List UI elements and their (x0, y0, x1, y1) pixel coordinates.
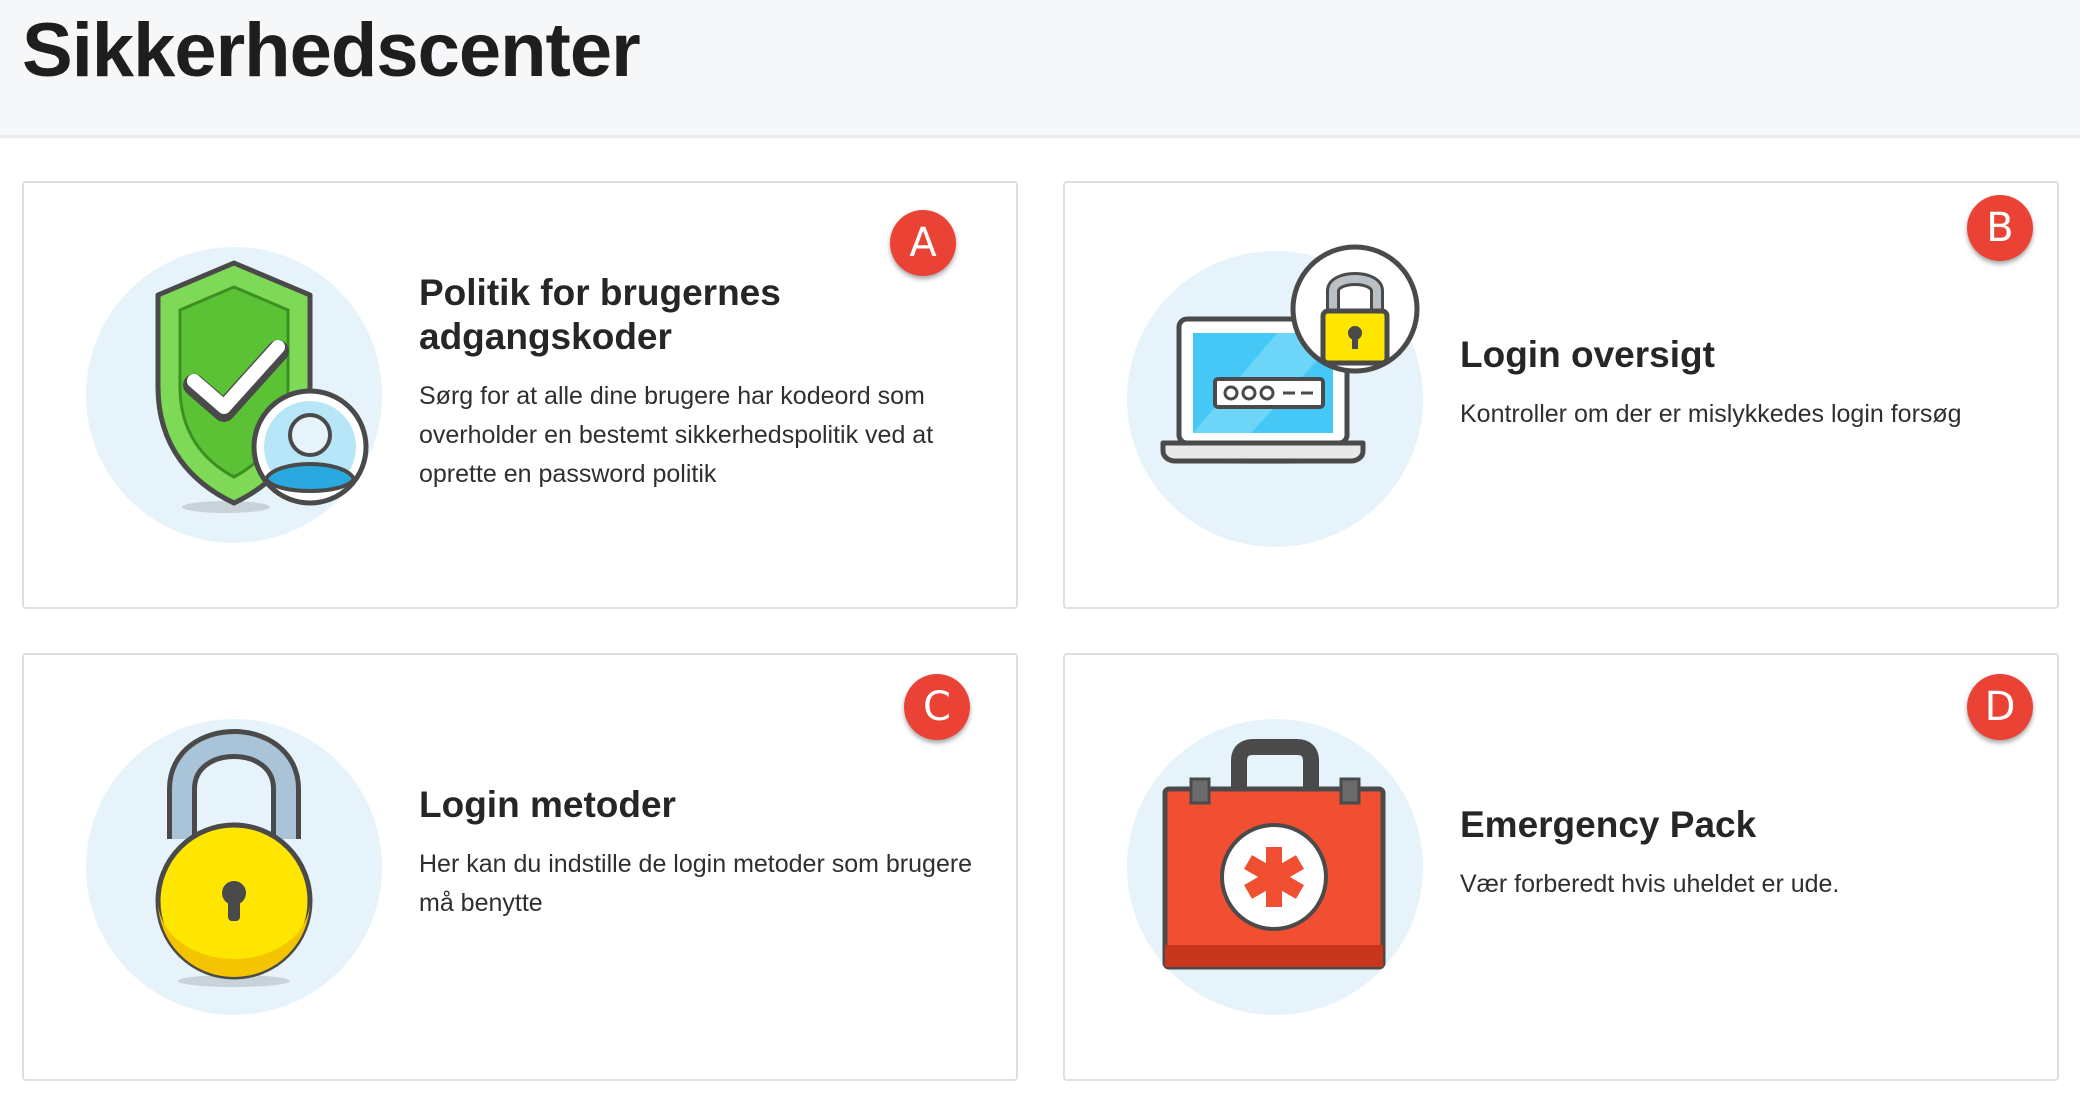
card-c-text: Login metoder Her kan du indstille de lo… (419, 783, 986, 923)
card-d-text: Emergency Pack Vær forberedt hvis uhelde… (1460, 803, 2027, 904)
card-title: Emergency Pack (1460, 804, 1757, 845)
card-password-policy[interactable]: Politik for brugernes adgangskoder Sørg … (22, 181, 1018, 609)
card-description: Her kan du indstille de login metoder so… (419, 850, 973, 917)
badge-a: A (890, 210, 956, 276)
badge-b: B (1967, 195, 2033, 261)
card-login-overview[interactable]: Login oversigt Kontroller om der er misl… (1063, 181, 2059, 609)
card-title: Login metoder (419, 784, 676, 825)
card-description: Sørg for at alle dine brugere har kodeor… (419, 382, 934, 488)
card-title: Login oversigt (1460, 334, 1715, 375)
badge-d: D (1967, 674, 2033, 740)
padlock-icon (86, 719, 382, 1015)
card-a-text: Politik for brugernes adgangskoder Sørg … (419, 271, 986, 494)
card-description: Kontroller om der er mislykkedes login f… (1460, 400, 1962, 428)
shield-user-icon (86, 247, 382, 543)
card-emergency-pack[interactable]: Emergency Pack Vær forberedt hvis uhelde… (1063, 653, 2059, 1081)
page-title: Sikkerhedscenter (22, 8, 641, 93)
card-b-text: Login oversigt Kontroller om der er misl… (1460, 333, 2027, 434)
first-aid-kit-icon (1127, 719, 1423, 1015)
card-login-methods[interactable]: Login metoder Her kan du indstille de lo… (22, 653, 1018, 1081)
badge-c: C (904, 674, 970, 740)
card-description: Vær forberedt hvis uheldet er ude. (1460, 870, 1840, 898)
card-title: Politik for brugernes adgangskoder (419, 272, 781, 357)
laptop-lock-icon (1127, 244, 1423, 547)
header-bar: Sikkerhedscenter (0, 0, 2080, 138)
